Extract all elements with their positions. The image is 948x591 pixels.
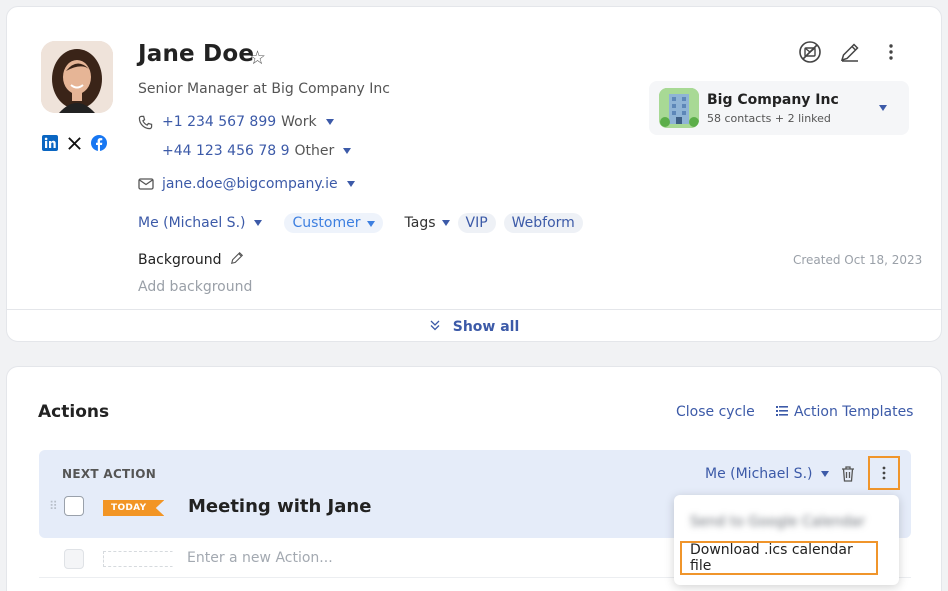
background-header: Background (138, 251, 244, 269)
next-action-owner-select[interactable]: Me (Michael S.) (705, 466, 830, 482)
menu-item-google-calendar[interactable]: Send to Google Calendar (690, 514, 865, 530)
email-dropdown-icon[interactable] (346, 181, 355, 187)
edit-contact-icon[interactable] (837, 39, 863, 65)
action-templates-button[interactable]: Action Templates (776, 404, 913, 420)
background-label: Background (138, 252, 222, 268)
action-options-menu: Send to Google Calendar Download .ics ca… (674, 495, 899, 585)
show-all-button[interactable]: Show all (7, 309, 941, 343)
actions-card: Actions Close cycle Action Templates NEX… (6, 366, 942, 591)
phone-work-dropdown-icon[interactable] (325, 119, 334, 125)
company-logo-icon (659, 88, 699, 128)
list-icon (776, 404, 788, 420)
contact-card: Jane Doe ☆ Senior Manager at Big Company… (6, 6, 942, 342)
company-meta: 58 contacts + 2 linked (707, 112, 831, 125)
email-address[interactable]: jane.doe@bigcompany.ie (162, 176, 338, 192)
action-more-button[interactable] (868, 456, 900, 490)
contact-job-title: Senior Manager at Big Company Inc (138, 81, 390, 97)
status-dropdown-icon[interactable] (366, 221, 375, 227)
new-action-checkbox (64, 549, 84, 569)
email-row: jane.doe@bigcompany.ie (138, 176, 355, 192)
owner-dropdown-icon[interactable] (254, 220, 263, 226)
show-all-label: Show all (452, 318, 520, 335)
company-dropdown-icon[interactable] (879, 105, 887, 111)
favorite-star-icon[interactable]: ☆ (249, 47, 266, 69)
double-chevron-down-icon (429, 319, 441, 335)
owner-select[interactable]: Me (Michael S.) (138, 215, 245, 231)
close-cycle-button[interactable]: Close cycle (676, 404, 755, 420)
next-action-label: NEXT ACTION (62, 467, 157, 481)
tag-vip[interactable]: VIP (457, 213, 496, 233)
created-date: Created Oct 18, 2023 (793, 253, 923, 267)
tag-webform[interactable]: Webform (503, 213, 583, 233)
email-icon (138, 177, 156, 191)
new-action-badge-placeholder (103, 551, 173, 567)
phone-row-work: +1 234 567 899 Work (138, 114, 334, 130)
actions-heading: Actions (38, 402, 110, 422)
contact-name: Jane Doe (138, 41, 255, 67)
vertical-dots-icon (882, 466, 886, 480)
tags-label: Tags (404, 215, 436, 231)
menu-item-download-ics[interactable]: Download .ics calendar file (680, 541, 878, 575)
phone-row-other: +44 123 456 78 9 Other (162, 143, 352, 159)
action-templates-label: Action Templates (794, 404, 914, 420)
phone-icon (138, 115, 156, 130)
task-checkbox[interactable] (64, 496, 84, 516)
company-name[interactable]: Big Company Inc (707, 92, 839, 108)
edit-background-icon[interactable] (230, 251, 244, 269)
phone-type-other: Other (294, 143, 335, 159)
today-badge: TODAY (103, 500, 165, 516)
phone-other-dropdown-icon[interactable] (343, 148, 352, 154)
drag-handle-icon[interactable]: ⠿ (49, 499, 58, 513)
status-badge[interactable]: Customer (284, 213, 383, 233)
meta-row: Me (Michael S.) Customer Tags VIP Webfor… (138, 213, 583, 233)
linkedin-icon[interactable] (42, 135, 58, 151)
more-options-icon[interactable] (878, 39, 904, 65)
tags-dropdown-icon[interactable] (441, 220, 450, 226)
phone-number-other[interactable]: +44 123 456 78 9 (162, 143, 290, 159)
next-action-owner: Me (Michael S.) (705, 466, 813, 482)
new-action-input[interactable]: Enter a new Action... (187, 550, 333, 566)
trash-icon[interactable] (840, 465, 856, 487)
phone-number-work[interactable]: +1 234 567 899 (162, 114, 276, 130)
status-label: Customer (292, 215, 361, 231)
add-background-input[interactable]: Add background (138, 279, 252, 295)
phone-type-work: Work (281, 114, 317, 130)
x-twitter-icon[interactable] (66, 135, 82, 151)
company-card[interactable]: Big Company Inc 58 contacts + 2 linked (649, 81, 909, 135)
facebook-icon[interactable] (91, 135, 107, 151)
avatar[interactable] (41, 41, 113, 113)
next-action-owner-dropdown-icon (821, 471, 830, 477)
task-title[interactable]: Meeting with Jane (188, 496, 371, 517)
no-email-icon[interactable] (797, 39, 823, 65)
